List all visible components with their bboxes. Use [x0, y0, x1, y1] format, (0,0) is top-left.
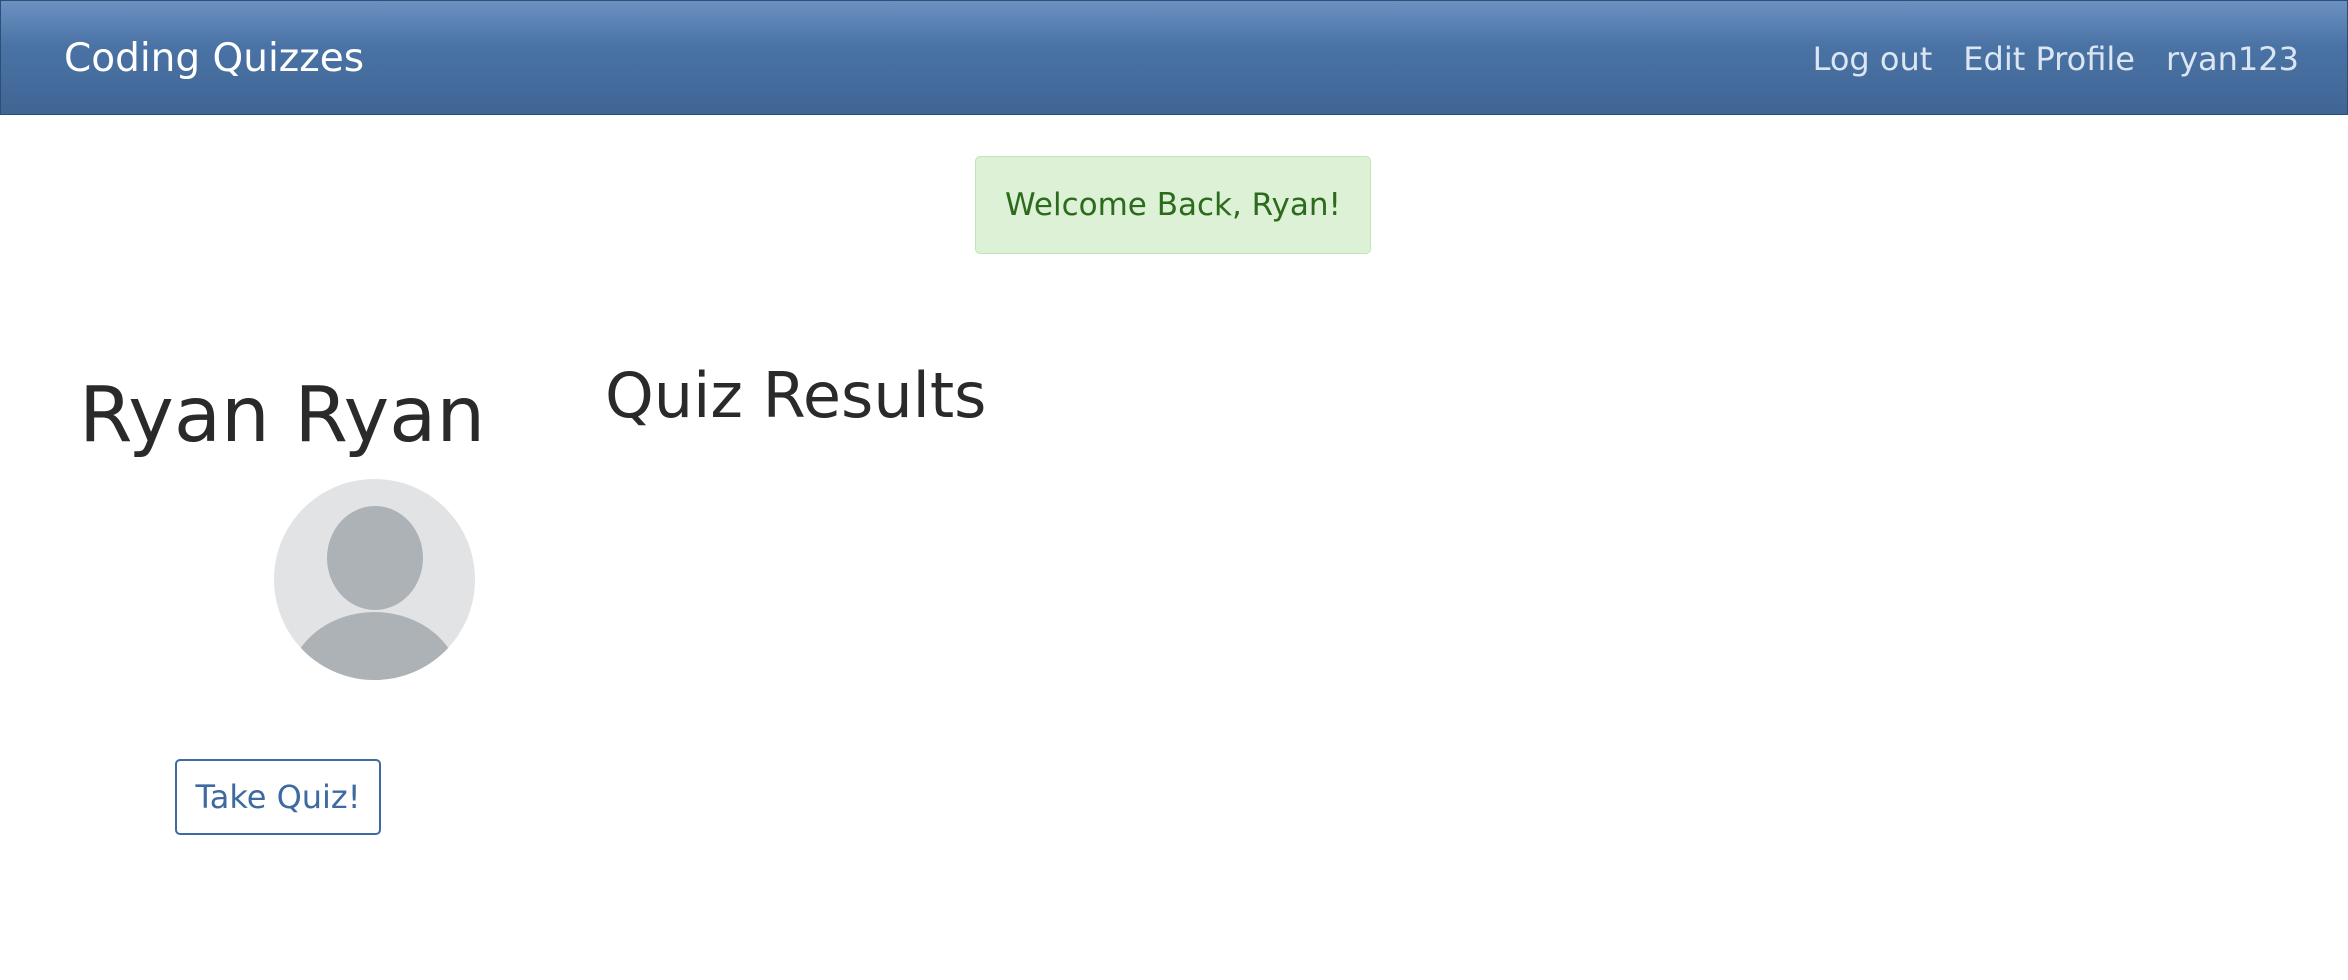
top-navbar: Coding Quizzes Log out Edit Profile ryan… [0, 0, 2348, 115]
avatar-body [288, 612, 461, 680]
welcome-alert: Welcome Back, Ryan! [975, 156, 1371, 254]
avatar-head [327, 506, 423, 610]
take-quiz-button[interactable]: Take Quiz! [175, 759, 381, 835]
nav-links: Log out Edit Profile ryan123 [1813, 33, 2299, 85]
edit-profile-link[interactable]: Edit Profile [1963, 33, 2135, 85]
user-avatar-icon [274, 479, 475, 680]
brand-link[interactable]: Coding Quizzes [64, 33, 364, 85]
username-link[interactable]: ryan123 [2166, 33, 2299, 85]
quiz-results-title: Quiz Results [605, 359, 987, 432]
logout-link[interactable]: Log out [1813, 33, 1933, 85]
profile-name: Ryan Ryan [79, 371, 486, 460]
